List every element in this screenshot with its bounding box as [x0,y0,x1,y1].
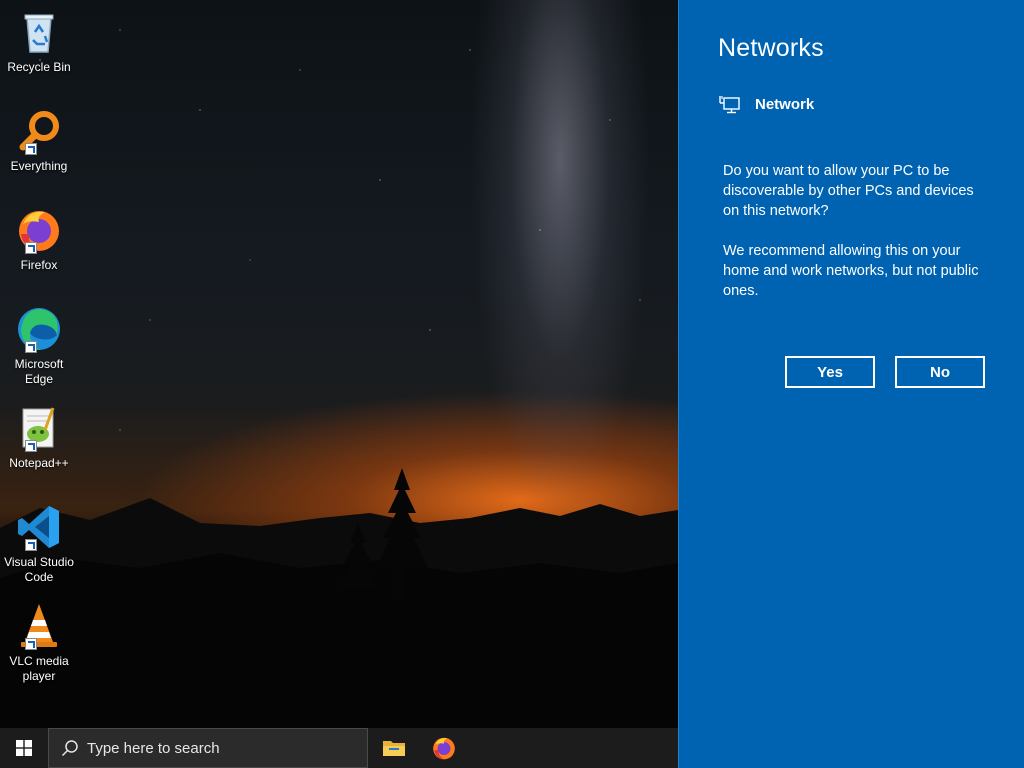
firefox-icon [15,206,63,254]
vscode-icon [15,503,63,551]
discoverable-recommendation: We recommend allowing this on your home … [723,243,979,299]
ethernet-network-icon [719,96,740,114]
desktop-icon-label: Notepad++ [9,456,69,470]
shortcut-arrow-icon [25,440,37,452]
desktop-icon-label: VLC media player [9,654,69,683]
file-explorer-icon [383,741,405,756]
desktop-icon-recycle-bin[interactable]: Recycle Bin [2,8,76,75]
yes-button[interactable]: Yes [785,356,875,388]
desktop-icon-vscode[interactable]: Visual Studio Code [2,503,76,585]
wallpaper-stars [0,0,678,437]
desktop-icon-label: Everything [10,159,68,173]
desktop-icon-label: Microsoft Edge [14,357,64,386]
wallpaper-mountains [0,468,678,728]
desktop-icon-notepad-plus-plus[interactable]: Notepad++ [2,404,76,471]
desktop-icon-firefox[interactable]: Firefox [2,206,76,273]
shortcut-arrow-icon [25,539,37,551]
taskbar-firefox[interactable] [420,728,468,768]
network-name: Network [755,95,815,113]
notepad-plus-plus-icon [15,404,63,452]
everything-search-icon [15,107,63,155]
flyout-title: Networks [718,34,824,62]
recycle-bin-icon [15,8,63,56]
search-icon [61,740,78,757]
shortcut-arrow-icon [25,638,37,650]
start-button[interactable] [0,728,48,768]
edge-icon [15,305,63,353]
networks-flyout: Networks Network Do you want to allow yo… [678,0,1024,768]
vlc-icon [15,602,63,650]
desktop-icon-vlc[interactable]: VLC media player [2,602,76,684]
shortcut-arrow-icon [25,341,37,353]
desktop-icon-label: Firefox [20,258,58,272]
desktop-icon-microsoft-edge[interactable]: Microsoft Edge [2,305,76,387]
search-placeholder: Type here to search [87,739,220,757]
windows-logo-icon [16,740,32,756]
desktop-icon-label: Visual Studio Code [4,555,74,584]
desktop-wallpaper [0,0,678,728]
discoverable-question: Do you want to allow your PC to be disco… [723,163,974,219]
no-button[interactable]: No [895,356,985,388]
shortcut-arrow-icon [25,242,37,254]
firefox-icon [433,737,455,760]
shortcut-arrow-icon [25,143,37,155]
desktop-icon-everything[interactable]: Everything [2,107,76,174]
taskbar-file-explorer[interactable] [370,728,418,768]
taskbar-search-box[interactable]: Type here to search [48,728,368,768]
taskbar: Type here to search [0,728,678,768]
desktop-icon-label: Recycle Bin [7,60,71,74]
network-item: Network [719,94,814,114]
